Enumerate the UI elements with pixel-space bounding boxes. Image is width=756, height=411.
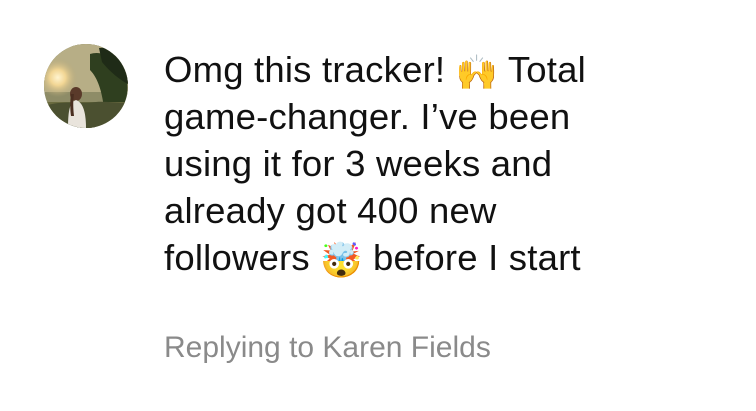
comment-text-segment: already got 400 new (164, 190, 497, 231)
comment-line: followers 🤯 before I start (164, 234, 724, 281)
replying-to-label[interactable]: Replying to Karen Fields (164, 328, 491, 368)
comment-text-segment: using it for 3 weeks and (164, 143, 553, 184)
comment-line: game-changer. I’ve been (164, 93, 724, 140)
comment-text-segment: Total (498, 49, 586, 90)
comment-line: Omg this tracker! 🙌 Total (164, 46, 724, 93)
comment-body: Omg this tracker! 🙌 Total game-changer. … (164, 46, 724, 281)
comment-text-segment: Omg this tracker! (164, 49, 456, 90)
comment-item: Omg this tracker! 🙌 Total game-changer. … (0, 0, 756, 411)
comment-text-segment: game-changer. I’ve been (164, 96, 571, 137)
comment-line: already got 400 new (164, 187, 724, 234)
avatar-photo (44, 44, 128, 128)
comment-line: using it for 3 weeks and (164, 140, 724, 187)
raised-hands-emoji: 🙌 (455, 54, 499, 92)
exploding-head-emoji: 🤯 (320, 242, 363, 280)
comment-text-segment: before I start (362, 237, 581, 278)
user-avatar[interactable] (44, 44, 128, 128)
comment-text-segment: followers (164, 237, 321, 278)
